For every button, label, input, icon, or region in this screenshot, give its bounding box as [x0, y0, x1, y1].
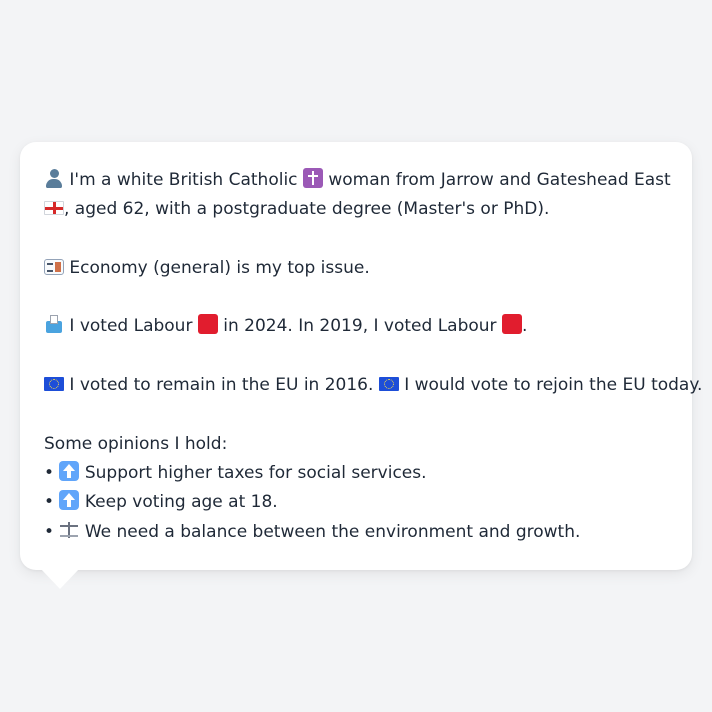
profile-text-age: , aged 62, with a postgraduate degree (M… — [64, 199, 550, 220]
england-flag-icon — [44, 201, 64, 216]
top-issue-text: Economy (general) is my top issue. — [69, 257, 370, 278]
opinions-heading: Some opinions I hold: — [44, 433, 228, 454]
eu-2016-text: I voted to remain in the EU in 2016. — [69, 375, 374, 396]
opinion-text: Support higher taxes for social services… — [84, 462, 427, 483]
eu-flag-icon — [378, 377, 399, 392]
votes-line: I voted Labour in 2024. In 2019, I voted… — [44, 312, 668, 341]
vote-text-end: . — [521, 316, 528, 337]
red-square-icon — [197, 314, 218, 335]
top-issue-line: Economy (general) is my top issue. — [44, 254, 668, 283]
bullet: • — [44, 521, 55, 542]
profile-text-location: woman from Jarrow and Gateshead East — [328, 170, 671, 190]
opinion-item: • We need a balance between the environm… — [44, 518, 668, 547]
up-arrow-icon — [59, 490, 80, 511]
profile-text-start: I'm a white British Catholic — [69, 170, 298, 190]
scales-icon — [59, 520, 79, 540]
opinion-text: Keep voting age at 18. — [84, 492, 278, 513]
red-square-icon — [501, 314, 522, 335]
vote-text-2019: in 2024. In 2019, I voted Labour — [223, 316, 497, 337]
ledger-icon — [44, 258, 64, 275]
vote-text-2024: I voted Labour — [69, 316, 193, 337]
persona-message-bubble: I'm a white British Catholic woman from … — [20, 142, 702, 570]
bubble-tail — [40, 568, 80, 589]
eu-flag-icon — [44, 377, 64, 392]
eu-today-text: I would vote to rejoin the EU today. — [404, 375, 703, 396]
bullet: • — [44, 462, 55, 483]
ballot-box-icon — [44, 314, 64, 334]
opinion-text: We need a balance between the environmen… — [84, 521, 581, 542]
cross-icon — [302, 168, 323, 188]
bullet: • — [44, 492, 55, 513]
person-icon — [44, 168, 64, 188]
opinion-item: • Keep voting age at 18. — [44, 488, 668, 517]
profile-line-1: I'm a white British Catholic woman from … — [44, 166, 671, 195]
eu-line: I voted to remain in the EU in 2016. I w… — [44, 371, 702, 400]
profile-line-2: , aged 62, with a postgraduate degree (M… — [44, 195, 668, 224]
opinion-item: • Support higher taxes for social servic… — [44, 459, 668, 488]
up-arrow-icon — [59, 460, 80, 481]
